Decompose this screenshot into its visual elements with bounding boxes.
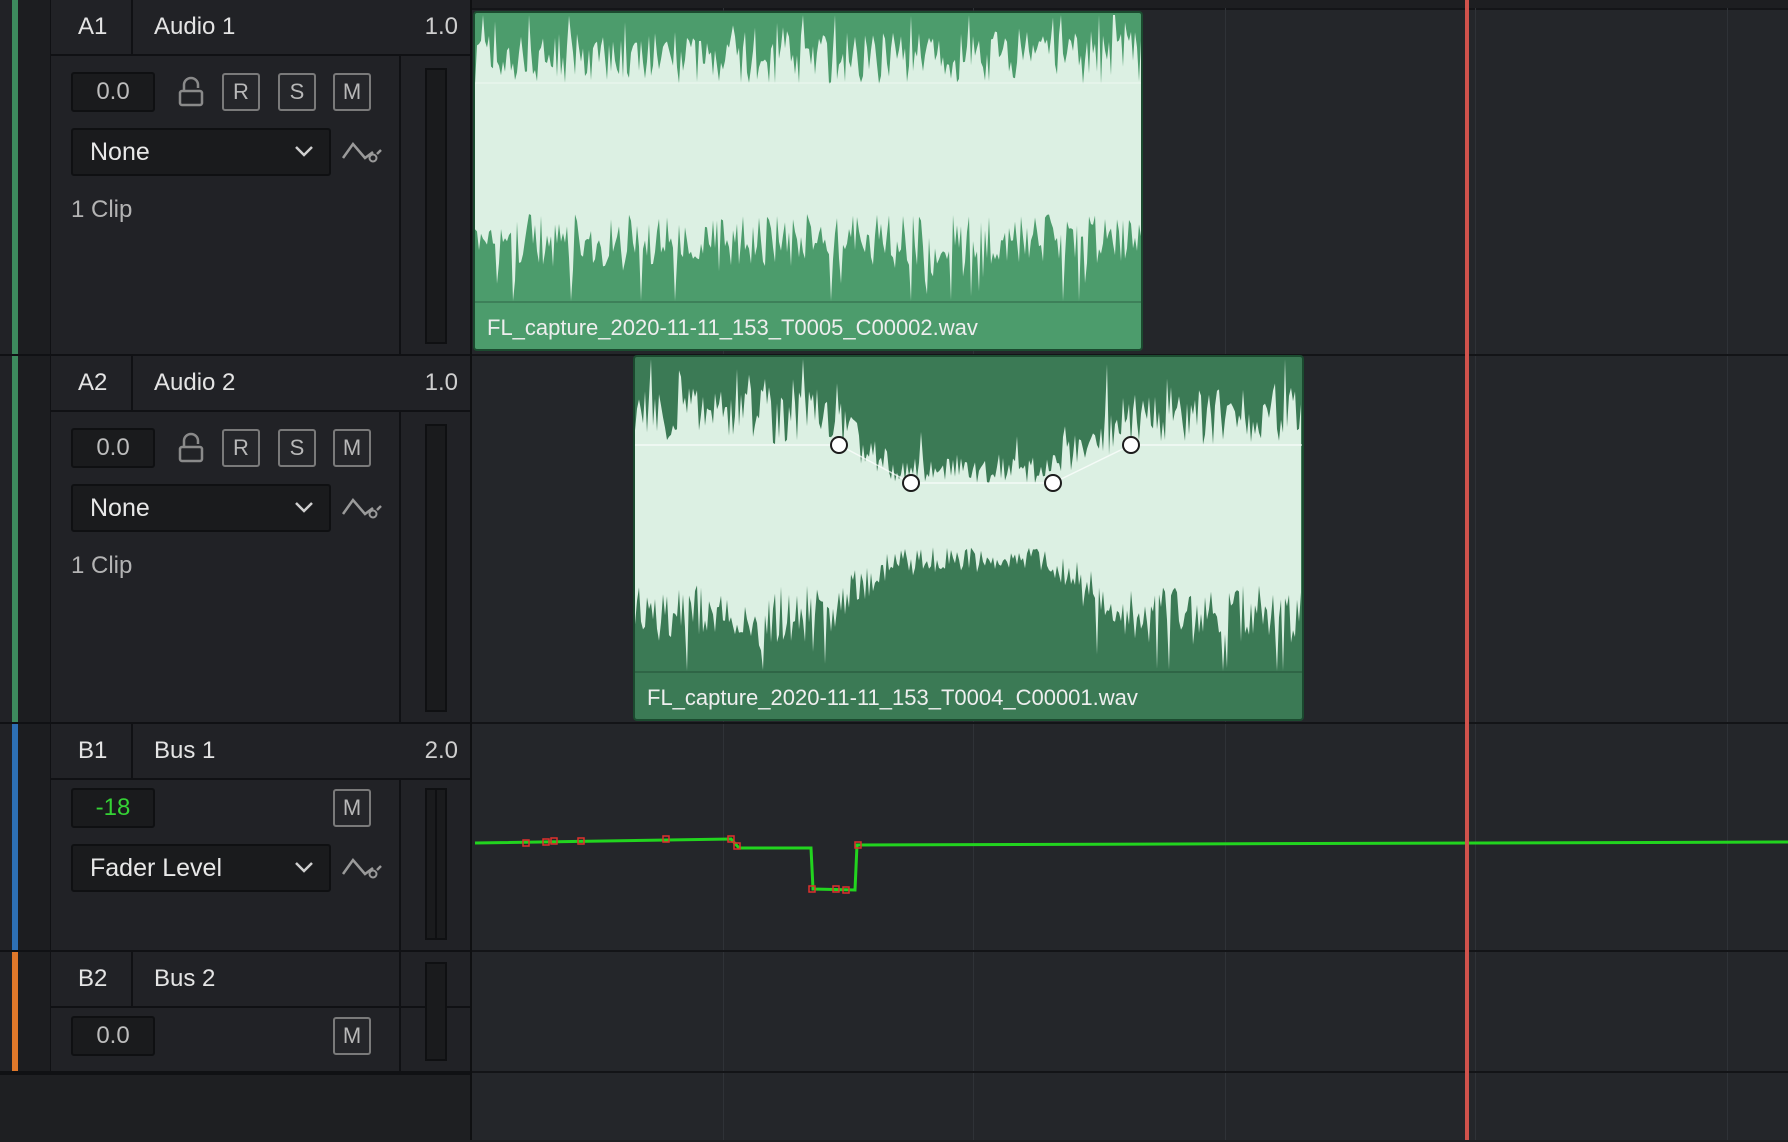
automation-select[interactable]: None xyxy=(71,484,331,532)
meter-area xyxy=(399,780,470,950)
track-controls: -18 M Fader Level xyxy=(51,780,399,950)
clip-name-divider xyxy=(635,671,1302,673)
chevron-down-icon xyxy=(295,862,313,873)
automation-select[interactable]: None xyxy=(71,128,331,176)
track-name[interactable]: Bus 1 xyxy=(154,724,215,778)
automation-select-value: Fader Level xyxy=(90,854,223,882)
track-b2[interactable]: B2 Bus 2 0.0 M xyxy=(0,952,470,1073)
track-name[interactable]: Bus 2 xyxy=(154,952,215,1006)
chevron-down-icon xyxy=(295,146,313,157)
playhead[interactable] xyxy=(1465,0,1469,1140)
lane-divider xyxy=(471,1071,1788,1073)
track-gutter xyxy=(18,952,51,1071)
automation-curve-icon[interactable] xyxy=(341,852,383,886)
track-titlebar[interactable]: B1 Bus 1 2.0 xyxy=(51,724,470,780)
divider xyxy=(131,0,133,54)
timeline-top-rule xyxy=(471,0,1788,10)
record-arm-button[interactable]: R xyxy=(222,73,260,111)
mute-button[interactable]: M xyxy=(333,1017,371,1055)
mute-button[interactable]: M xyxy=(333,73,371,111)
track-b1[interactable]: B1 Bus 1 2.0 -18 M Fader Level xyxy=(0,724,470,952)
track-titlebar[interactable]: A1 Audio 1 1.0 xyxy=(51,0,470,56)
clip-filename: FL_capture_2020-11-11_153_T0005_C00002.w… xyxy=(487,315,978,340)
waveform-shape xyxy=(475,15,1141,301)
waveform-shape xyxy=(635,359,1301,671)
track-controls: 0.0 R S M None 1 Clip xyxy=(51,412,399,722)
volume-field[interactable]: 0.0 xyxy=(71,1016,155,1056)
volume-keyframe[interactable] xyxy=(830,436,848,454)
divider xyxy=(131,952,133,1006)
lock-icon[interactable] xyxy=(176,429,206,467)
header-empty-area xyxy=(0,1073,470,1142)
clip-count: 1 Clip xyxy=(71,552,133,579)
panel-separator xyxy=(470,0,472,1140)
waveform xyxy=(475,15,1141,301)
track-a2[interactable]: A2 Audio 2 1.0 0.0 R S M None 1 Clip xyxy=(0,356,470,724)
meter-area xyxy=(399,56,470,354)
automation-select-value: None xyxy=(90,138,150,166)
mute-button[interactable]: M xyxy=(333,789,371,827)
audio-clip-a1[interactable]: FL_capture_2020-11-11_153_T0005_C00002.w… xyxy=(473,11,1143,351)
track-level-value: 1.0 xyxy=(424,369,458,396)
track-id: A2 xyxy=(78,369,108,396)
automation-curve-icon[interactable] xyxy=(341,136,383,170)
volume-field[interactable]: -18 xyxy=(71,788,155,828)
volume-keyframe[interactable] xyxy=(902,474,920,492)
automation-curve-icon[interactable] xyxy=(341,492,383,526)
track-level-value: 1.0 xyxy=(424,13,458,40)
track-controls: 0.0 R S M None 1 Clip xyxy=(51,56,399,354)
volume-field[interactable]: 0.0 xyxy=(71,72,155,112)
level-meter xyxy=(425,424,447,712)
track-titlebar[interactable]: A2 Audio 2 1.0 xyxy=(51,356,470,412)
track-gutter xyxy=(18,0,51,354)
automation-curve[interactable] xyxy=(471,724,1788,950)
lane-divider xyxy=(471,950,1788,952)
clip-filename: FL_capture_2020-11-11_153_T0004_C00001.w… xyxy=(647,685,1138,710)
track-name[interactable]: Audio 1 xyxy=(154,0,235,54)
level-meter xyxy=(425,788,447,940)
solo-button[interactable]: S xyxy=(278,73,316,111)
lock-icon[interactable] xyxy=(176,73,206,111)
chevron-down-icon xyxy=(295,502,313,513)
track-name[interactable]: Audio 2 xyxy=(154,356,235,410)
waveform xyxy=(635,359,1302,671)
mute-button[interactable]: M xyxy=(333,429,371,467)
volume-field[interactable]: 0.0 xyxy=(71,428,155,468)
track-controls: 0.0 M xyxy=(51,1008,399,1071)
meter-area xyxy=(399,952,470,1071)
meter-area xyxy=(399,412,470,722)
record-arm-button[interactable]: R xyxy=(222,429,260,467)
volume-keyframe[interactable] xyxy=(1044,474,1062,492)
track-header-panel: A1 Audio 1 1.0 0.0 R S M None 1 Clip A2 … xyxy=(0,0,470,1142)
track-id: A1 xyxy=(78,13,108,40)
level-meter xyxy=(425,962,447,1061)
clip-count: 1 Clip xyxy=(71,196,133,223)
divider xyxy=(131,356,133,410)
track-a1[interactable]: A1 Audio 1 1.0 0.0 R S M None 1 Clip xyxy=(0,0,470,356)
track-gutter xyxy=(18,356,51,722)
grid-line xyxy=(1475,8,1476,1140)
volume-keyframe[interactable] xyxy=(1122,436,1140,454)
automation-select[interactable]: Fader Level xyxy=(71,844,331,892)
automation-select-value: None xyxy=(90,494,150,522)
track-id: B2 xyxy=(78,965,108,992)
track-gutter xyxy=(18,724,51,950)
level-meter xyxy=(425,68,447,344)
divider xyxy=(131,724,133,778)
track-id: B1 xyxy=(78,737,108,764)
audio-timeline-window: A1 Audio 1 1.0 0.0 R S M None 1 Clip A2 … xyxy=(0,0,1788,1142)
grid-line xyxy=(1727,8,1728,1140)
solo-button[interactable]: S xyxy=(278,429,316,467)
audio-clip-a2[interactable]: FL_capture_2020-11-11_153_T0004_C00001.w… xyxy=(633,355,1304,721)
clip-name-divider xyxy=(475,301,1141,303)
track-level-value: 2.0 xyxy=(424,737,458,764)
